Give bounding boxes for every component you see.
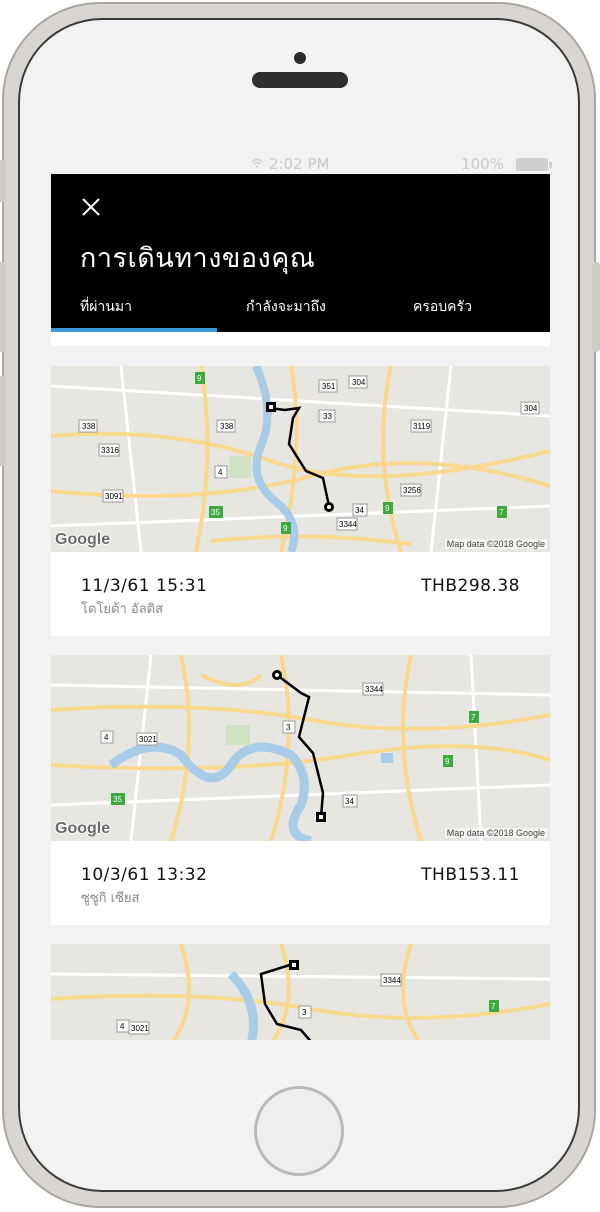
trip-map: 351 304 33 304 3119 338 338 3316 4 3091 … bbox=[51, 366, 550, 552]
trip-card[interactable]: 3344 3 4 3021 34 7 9 35 Google Map data … bbox=[51, 655, 550, 925]
tab-upcoming-label: กำลังจะมาถึง bbox=[246, 299, 326, 315]
app-screen: การเดินทางของคุณ ที่ผ่านมา กำลังจะมาถึง … bbox=[51, 174, 550, 1040]
svg-text:3091: 3091 bbox=[105, 492, 123, 501]
svg-text:7: 7 bbox=[491, 1002, 496, 1011]
svg-text:3316: 3316 bbox=[101, 446, 119, 455]
svg-text:304: 304 bbox=[524, 404, 538, 413]
status-bar: 2:02 PM 100% bbox=[51, 154, 552, 174]
svg-text:9: 9 bbox=[385, 504, 390, 513]
trip-fare: THB153.11 bbox=[421, 865, 520, 885]
svg-text:3021: 3021 bbox=[139, 735, 157, 744]
svg-text:9: 9 bbox=[197, 374, 202, 383]
trip-date: 10/3/61 13:32 bbox=[81, 865, 208, 885]
mute-switch bbox=[0, 160, 6, 202]
svg-text:3344: 3344 bbox=[365, 685, 383, 694]
trip-map: 3344 3 4 3021 34 7 9 35 Google Map data … bbox=[51, 655, 550, 841]
google-logo: Google bbox=[55, 531, 111, 548]
header: การเดินทางของคุณ ที่ผ่านมา กำลังจะมาถึง … bbox=[51, 174, 550, 332]
svg-text:4: 4 bbox=[120, 1022, 125, 1031]
earpiece-speaker bbox=[252, 72, 348, 88]
front-camera bbox=[294, 52, 306, 64]
svg-text:3: 3 bbox=[302, 1008, 307, 1017]
svg-text:3: 3 bbox=[286, 723, 291, 732]
svg-text:3344: 3344 bbox=[339, 520, 357, 529]
svg-text:3021: 3021 bbox=[131, 1024, 149, 1033]
home-button[interactable] bbox=[254, 1086, 344, 1176]
trip-vehicle: ซูซูกิ เซียส bbox=[81, 891, 140, 906]
trip-fare: THB298.38 bbox=[421, 576, 520, 596]
svg-text:351: 351 bbox=[322, 382, 336, 391]
page-title: การเดินทางของคุณ bbox=[80, 243, 316, 274]
svg-text:3256: 3256 bbox=[403, 486, 421, 495]
svg-text:35: 35 bbox=[211, 508, 220, 517]
trip-card[interactable]: 351 304 33 304 3119 338 338 3316 4 3091 … bbox=[51, 366, 550, 636]
volume-down-button bbox=[0, 376, 6, 466]
svg-text:338: 338 bbox=[82, 422, 96, 431]
svg-text:3119: 3119 bbox=[413, 422, 431, 431]
svg-text:7: 7 bbox=[471, 713, 476, 722]
svg-text:9: 9 bbox=[283, 524, 288, 533]
svg-text:304: 304 bbox=[352, 378, 366, 387]
tab-bar: ที่ผ่านมา กำลังจะมาถึง ครอบครัว bbox=[51, 288, 550, 332]
trip-map: 3344 3 4 3021 7 bbox=[51, 944, 550, 1040]
tab-family-label: ครอบครัว bbox=[413, 299, 472, 315]
svg-text:34: 34 bbox=[355, 506, 364, 515]
wifi-icon bbox=[251, 158, 263, 168]
svg-text:33: 33 bbox=[323, 412, 332, 421]
tab-past[interactable]: ที่ผ่านมา bbox=[51, 288, 217, 332]
svg-text:7: 7 bbox=[499, 508, 504, 517]
svg-text:3344: 3344 bbox=[383, 976, 401, 985]
svg-text:34: 34 bbox=[345, 797, 354, 806]
trip-date: 11/3/61 15:31 bbox=[81, 576, 208, 596]
map-credit: Map data ©2018 Google bbox=[444, 828, 547, 838]
svg-text:35: 35 bbox=[113, 795, 122, 804]
battery-icon bbox=[516, 158, 552, 171]
volume-up-button bbox=[0, 262, 6, 352]
trip-card[interactable]: 3344 3 4 3021 7 bbox=[51, 944, 550, 1040]
tab-upcoming[interactable]: กำลังจะมาถึง bbox=[217, 288, 383, 332]
svg-text:338: 338 bbox=[220, 422, 234, 431]
status-time: 2:02 PM bbox=[269, 155, 330, 173]
tab-past-label: ที่ผ่านมา bbox=[80, 299, 132, 315]
google-logo: Google bbox=[55, 820, 111, 837]
close-icon[interactable] bbox=[80, 196, 102, 218]
map-credit: Map data ©2018 Google bbox=[444, 539, 547, 549]
status-battery-percent: 100% bbox=[461, 155, 504, 173]
svg-text:9: 9 bbox=[445, 757, 450, 766]
svg-text:4: 4 bbox=[104, 733, 109, 742]
power-button bbox=[592, 262, 600, 352]
tab-family[interactable]: ครอบครัว bbox=[383, 288, 550, 332]
trip-card[interactable] bbox=[51, 332, 550, 346]
trip-vehicle: โตโยต้า อัลติส bbox=[81, 602, 164, 617]
svg-text:4: 4 bbox=[218, 468, 223, 477]
